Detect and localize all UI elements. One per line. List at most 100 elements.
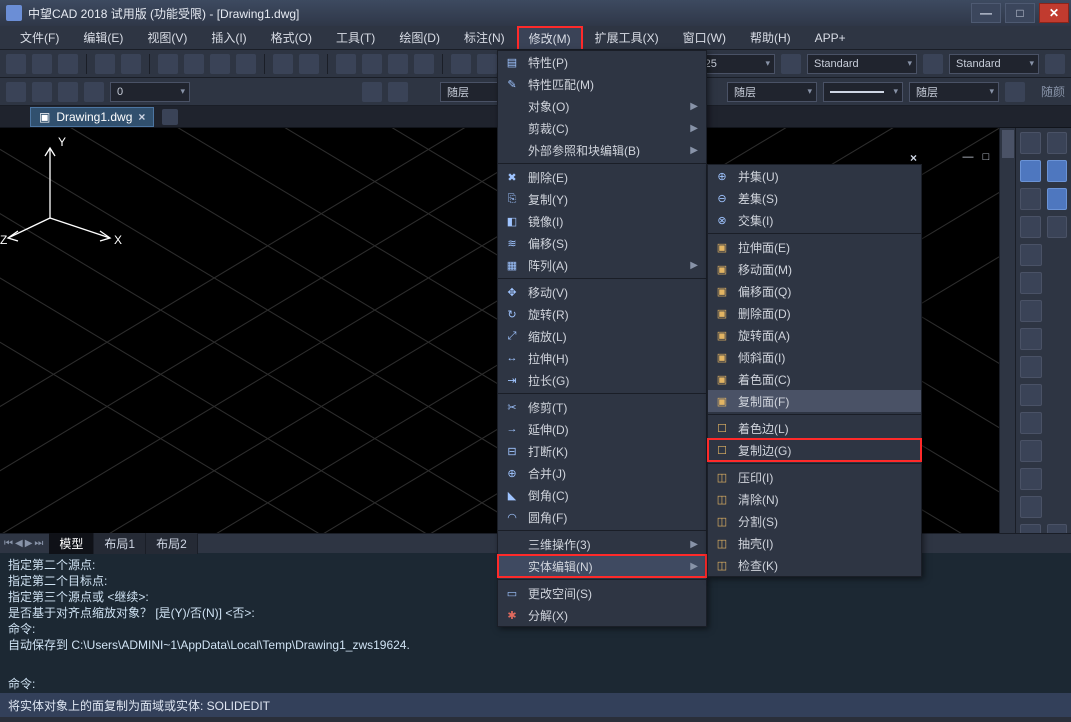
menu-ext-tools[interactable]: 扩展工具(X) — [583, 26, 671, 49]
explode-tool-icon[interactable] — [1047, 524, 1068, 533]
tab-last-icon[interactable]: ⏭ — [34, 538, 43, 549]
rect-tool-icon[interactable] — [1020, 216, 1041, 238]
layer-freeze-icon[interactable] — [58, 82, 78, 102]
menu-lengthen[interactable]: ⇥拉长(G) — [498, 369, 706, 391]
stretch-tool-icon[interactable] — [1020, 328, 1042, 350]
zoom-previous-icon[interactable] — [414, 54, 434, 74]
menu-copy-face[interactable]: ▣复制面(F) — [708, 390, 921, 412]
menu-app[interactable]: APP+ — [803, 26, 858, 49]
menu-trim[interactable]: ✂修剪(T) — [498, 396, 706, 418]
submenu-close-icon[interactable]: × — [910, 151, 917, 165]
layer-lock-icon[interactable] — [84, 82, 104, 102]
open-file-icon[interactable] — [32, 54, 52, 74]
command-input[interactable]: 命令: — [0, 673, 1071, 693]
design-center-icon[interactable] — [477, 54, 497, 74]
move-tool-icon[interactable] — [1020, 244, 1042, 266]
tab-next-icon[interactable]: ▶ — [25, 538, 33, 549]
menu-color-edge[interactable]: ☐着色边(L) — [708, 417, 921, 439]
menu-intersect[interactable]: ⊗交集(I) — [708, 209, 921, 231]
menu-edit[interactable]: 编辑(E) — [71, 26, 135, 49]
copy-tool-icon[interactable] — [1047, 160, 1068, 182]
document-tab[interactable]: ▣ Drawing1.dwg × — [30, 107, 154, 127]
extra-button-icon[interactable] — [1005, 82, 1025, 102]
menu-offset[interactable]: ≋偏移(S) — [498, 232, 706, 254]
menu-extend[interactable]: →延伸(D) — [498, 418, 706, 440]
menu-format[interactable]: 格式(O) — [259, 26, 324, 49]
erase-tool-icon[interactable] — [1047, 132, 1068, 154]
menu-taper-face[interactable]: ▣倾斜面(I) — [708, 346, 921, 368]
menu-union[interactable]: ⊕并集(U) — [708, 165, 921, 187]
pan-icon[interactable] — [336, 54, 356, 74]
menu-scale[interactable]: ⤢缩放(L) — [498, 325, 706, 347]
menu-xref-block-edit[interactable]: 外部参照和块编辑(B)▶ — [498, 139, 706, 161]
menu-imprint[interactable]: ◫压印(I) — [708, 466, 921, 488]
copy-icon[interactable] — [184, 54, 204, 74]
redo-icon[interactable] — [299, 54, 319, 74]
zoom-realtime-icon[interactable] — [362, 54, 382, 74]
menu-properties[interactable]: ▤特性(P) — [498, 51, 706, 73]
scrollbar-thumb[interactable] — [1002, 130, 1014, 158]
textstyle-combo[interactable]: Standard — [807, 54, 917, 74]
chamfer-tool-icon[interactable] — [1020, 468, 1042, 490]
menu-change-space[interactable]: ▭更改空间(S) — [498, 582, 706, 604]
scale-tool-icon[interactable] — [1020, 300, 1042, 322]
tab-prev-icon[interactable]: ◀ — [15, 538, 23, 549]
menu-3d-operations[interactable]: 三维操作(3)▶ — [498, 533, 706, 555]
menu-match-properties[interactable]: ✎特性匹配(M) — [498, 73, 706, 95]
undo-icon[interactable] — [273, 54, 293, 74]
tablestyle-combo[interactable]: Standard — [949, 54, 1039, 74]
tab-first-icon[interactable]: ⏮ — [4, 538, 13, 549]
child-maximize-icon[interactable]: □ — [979, 150, 993, 164]
multileader-icon[interactable] — [1045, 54, 1065, 74]
minimize-button[interactable]: — — [971, 3, 1001, 23]
plotstyle-combo[interactable]: 随层 — [909, 82, 999, 102]
zoom-window-icon[interactable] — [388, 54, 408, 74]
tab-layout1[interactable]: 布局1 — [94, 533, 146, 554]
menu-array[interactable]: ▦阵列(A)▶ — [498, 254, 706, 276]
menu-shell[interactable]: ◫抽壳(I) — [708, 532, 921, 554]
menu-help[interactable]: 帮助(H) — [738, 26, 803, 49]
menu-clip[interactable]: 剪裁(C)▶ — [498, 117, 706, 139]
menu-clean[interactable]: ◫清除(N) — [708, 488, 921, 510]
menu-move-face[interactable]: ▣移动面(M) — [708, 258, 921, 280]
menu-chamfer[interactable]: ◣倒角(C) — [498, 484, 706, 506]
menu-color-face[interactable]: ▣着色面(C) — [708, 368, 921, 390]
print-icon[interactable] — [95, 54, 115, 74]
menu-window[interactable]: 窗口(W) — [671, 26, 738, 49]
line-tool-icon[interactable] — [1020, 132, 1041, 154]
tab-layout2[interactable]: 布局2 — [146, 533, 198, 554]
menu-rotate[interactable]: ↻旋转(R) — [498, 303, 706, 325]
new-tab-icon[interactable] — [162, 109, 178, 125]
menu-separate[interactable]: ◫分割(S) — [708, 510, 921, 532]
menu-copy[interactable]: ⎘复制(Y) — [498, 188, 706, 210]
menu-fillet[interactable]: ◠圆角(F) — [498, 506, 706, 528]
maximize-button[interactable]: □ — [1005, 3, 1035, 23]
menu-check[interactable]: ◫检查(K) — [708, 554, 921, 576]
menu-object[interactable]: 对象(O)▶ — [498, 95, 706, 117]
fillet-tool-icon[interactable] — [1020, 496, 1042, 518]
close-tab-icon[interactable]: × — [138, 110, 145, 124]
menu-delete[interactable]: ✖删除(E) — [498, 166, 706, 188]
menu-draw[interactable]: 绘图(D) — [387, 26, 452, 49]
menu-file[interactable]: 文件(F) — [8, 26, 71, 49]
layer-combo[interactable]: 0 — [110, 82, 190, 102]
new-file-icon[interactable] — [6, 54, 26, 74]
layer-toggle-icon[interactable] — [32, 82, 52, 102]
menu-stretch[interactable]: ↔拉伸(H) — [498, 347, 706, 369]
select-tool-icon[interactable] — [1047, 188, 1068, 210]
mirror-tool-icon[interactable] — [1020, 188, 1041, 210]
rotate-tool-icon[interactable] — [1020, 272, 1042, 294]
textstyle-icon[interactable] — [781, 54, 801, 74]
block-create-icon[interactable] — [388, 82, 408, 102]
circle-tool-icon[interactable] — [1020, 524, 1041, 533]
close-button[interactable]: ✕ — [1039, 3, 1069, 23]
child-minimize-icon[interactable]: — — [961, 150, 975, 164]
menu-modify[interactable]: 修改(M) — [517, 26, 583, 49]
menu-move[interactable]: ✥移动(V) — [498, 281, 706, 303]
break-tool-icon[interactable] — [1020, 412, 1042, 434]
menu-break[interactable]: ⊟打断(K) — [498, 440, 706, 462]
preview-icon[interactable] — [121, 54, 141, 74]
menu-rotate-face[interactable]: ▣旋转面(A) — [708, 324, 921, 346]
match-properties-icon[interactable] — [236, 54, 256, 74]
menu-extrude-face[interactable]: ▣拉伸面(E) — [708, 236, 921, 258]
